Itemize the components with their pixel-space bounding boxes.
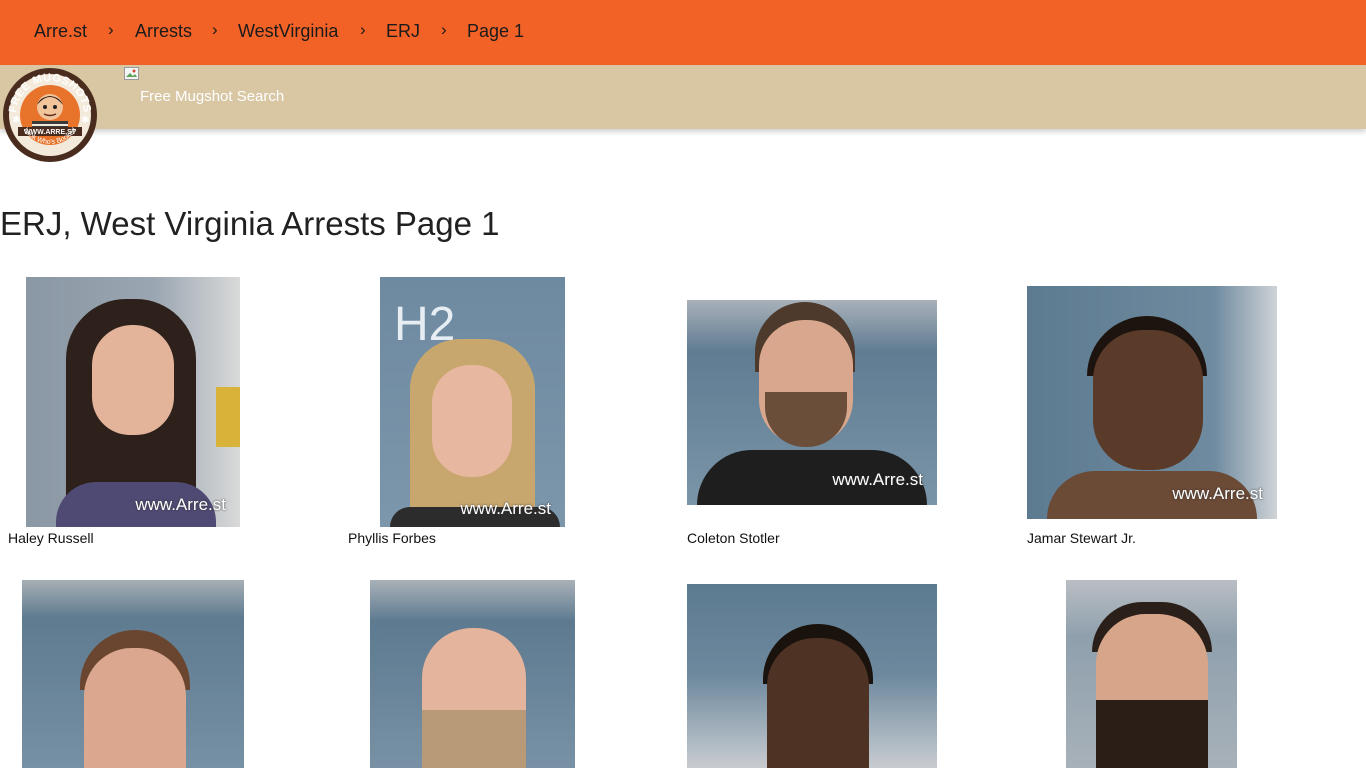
svg-text:✱: ✱ (81, 115, 89, 126)
breadcrumb-separator-icon: › (212, 20, 218, 39)
arrestee-name[interactable]: Coleton Stotler (687, 530, 780, 546)
mugshot-photo: www.Arre.st (26, 277, 240, 527)
site-logo[interactable]: FREE MUGSHOTS WWW.ARRE.ST Look Who's Boo… (2, 67, 98, 163)
mugshot-photo (687, 584, 937, 768)
breadcrumb-separator-icon: › (108, 20, 114, 39)
arrestee-name[interactable]: Phyllis Forbes (348, 530, 436, 546)
mugshot-photo (1066, 580, 1237, 768)
watermark-text: www.Arre.st (460, 499, 551, 518)
breadcrumb-bar: Arre.st › Arrests › WestVirginia › ERJ ›… (0, 0, 1366, 65)
arrestee-name[interactable]: Haley Russell (8, 530, 94, 546)
mugshot-photo (370, 580, 575, 768)
breadcrumb-facility-link[interactable]: ERJ (386, 21, 420, 42)
page-title: ERJ, West Virginia Arrests Page 1 (0, 205, 500, 242)
watermark-text: www.Arre.st (135, 495, 226, 514)
broken-image-icon (124, 67, 139, 80)
breadcrumb-separator-icon: › (441, 20, 447, 39)
breadcrumb-current-page: Page 1 (467, 21, 525, 41)
svg-text:✱: ✱ (12, 115, 20, 126)
breadcrumb-separator-icon: › (360, 20, 366, 39)
breadcrumb-arrests-link[interactable]: Arrests (135, 21, 192, 42)
breadcrumb-home-link[interactable]: Arre.st (34, 21, 87, 42)
watermark-text: www.Arre.st (832, 470, 923, 489)
arrestee-name[interactable]: Jamar Stewart Jr. (1027, 530, 1136, 546)
free-mugshot-search-link[interactable]: Free Mugshot Search (140, 88, 284, 105)
mugshot-photo (22, 580, 244, 768)
svg-text:FREE MUGSHOTS: FREE MUGSHOTS (7, 72, 93, 114)
mugshot-photo: H2 www.Arre.st (380, 277, 565, 527)
breadcrumb-state-link[interactable]: WestVirginia (238, 21, 338, 42)
mugshot-photo: www.Arre.st (1027, 286, 1277, 519)
mugshot-photo: www.Arre.st (687, 300, 937, 505)
watermark-text: www.Arre.st (1172, 484, 1263, 503)
logo-text-ring: FREE MUGSHOTS WWW.ARRE.ST Look Who's Boo… (7, 72, 93, 146)
